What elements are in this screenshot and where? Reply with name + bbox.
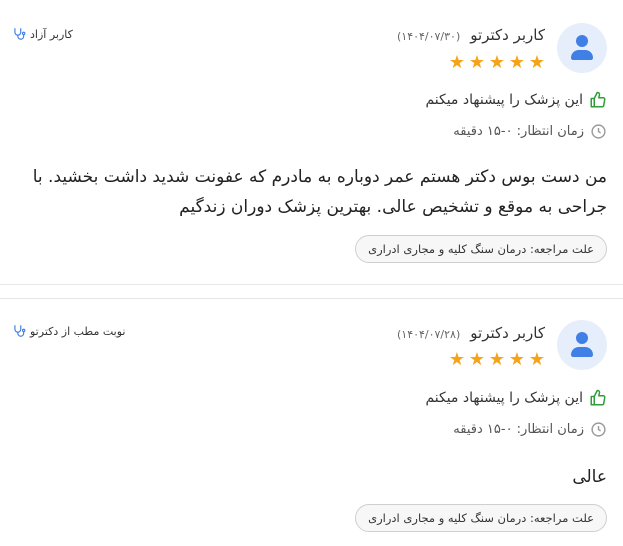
clock-icon xyxy=(591,124,606,139)
star-icon: ★ xyxy=(488,349,505,370)
user-type-label: نوبت مطب از دکترتو xyxy=(30,324,126,338)
recommend-text: این پزشک را پیشنهاد میکنم xyxy=(425,92,583,108)
wait-time-text: زمان انتظار: ۰-۱۵ دقیقه xyxy=(453,124,584,139)
star-icon: ★ xyxy=(488,52,505,73)
user-type-tag: نوبت مطب از دکترتو xyxy=(12,324,125,338)
thumbs-up-icon xyxy=(590,91,606,108)
card-separator xyxy=(0,285,623,299)
star-icon: ★ xyxy=(468,52,485,73)
review-date: (۱۴۰۴/۰۷/۳۰) xyxy=(396,30,461,43)
stethoscope-icon xyxy=(14,28,26,40)
star-icon: ★ xyxy=(528,349,545,370)
review-comment: عالی xyxy=(572,467,607,487)
star-icon: ★ xyxy=(448,349,465,370)
stethoscope-icon xyxy=(14,325,26,337)
user-type-tag: کاربر آزاد xyxy=(12,27,73,41)
user-type-label: کاربر آزاد xyxy=(30,27,73,41)
review-date: (۱۴۰۴/۰۷/۲۸) xyxy=(396,328,461,341)
user-avatar-icon xyxy=(557,23,607,73)
review-comment: من دست بوس دکتر هستم عمر دوباره به مادرم… xyxy=(32,167,607,217)
wait-time-text: زمان انتظار: ۰-۱۵ دقیقه xyxy=(453,422,584,437)
star-rating: ★ ★ ★ ★ ★ xyxy=(448,52,545,73)
review-header: کاربر دکترتو (۱۴۰۴/۰۷/۳۰) xyxy=(397,26,545,44)
star-icon: ★ xyxy=(468,349,485,370)
recommend-line: این پزشک را پیشنهاد میکنم xyxy=(425,91,607,109)
user-name: کاربر دکترتو xyxy=(470,26,545,44)
star-rating: ★ ★ ★ ★ ★ xyxy=(448,349,545,370)
visit-reason-chip: علت مراجعه: درمان سنگ کلیه و مجاری ادرار… xyxy=(355,235,607,263)
wait-time-line: زمان انتظار: ۰-۱۵ دقیقه xyxy=(453,421,607,438)
star-icon: ★ xyxy=(448,52,465,73)
star-icon: ★ xyxy=(508,52,525,73)
star-icon: ★ xyxy=(528,52,545,73)
recommend-line: این پزشک را پیشنهاد میکنم xyxy=(425,389,607,407)
user-name: کاربر دکترتو xyxy=(470,324,545,342)
star-icon: ★ xyxy=(508,349,525,370)
review-card: کاربر دکترتو (۱۴۰۴/۰۷/۳۰) ★ ★ ★ ★ ★ کارب… xyxy=(0,0,623,285)
user-avatar-icon xyxy=(557,320,607,370)
review-header: کاربر دکترتو (۱۴۰۴/۰۷/۲۸) xyxy=(397,324,545,342)
thumbs-up-icon xyxy=(590,389,606,406)
review-card: کاربر دکترتو (۱۴۰۴/۰۷/۲۸) ★ ★ ★ ★ ★ نوبت… xyxy=(0,300,623,546)
recommend-text: این پزشک را پیشنهاد میکنم xyxy=(425,390,583,406)
clock-icon xyxy=(591,422,606,437)
wait-time-line: زمان انتظار: ۰-۱۵ دقیقه xyxy=(453,123,607,140)
visit-reason-chip: علت مراجعه: درمان سنگ کلیه و مجاری ادرار… xyxy=(355,504,607,532)
